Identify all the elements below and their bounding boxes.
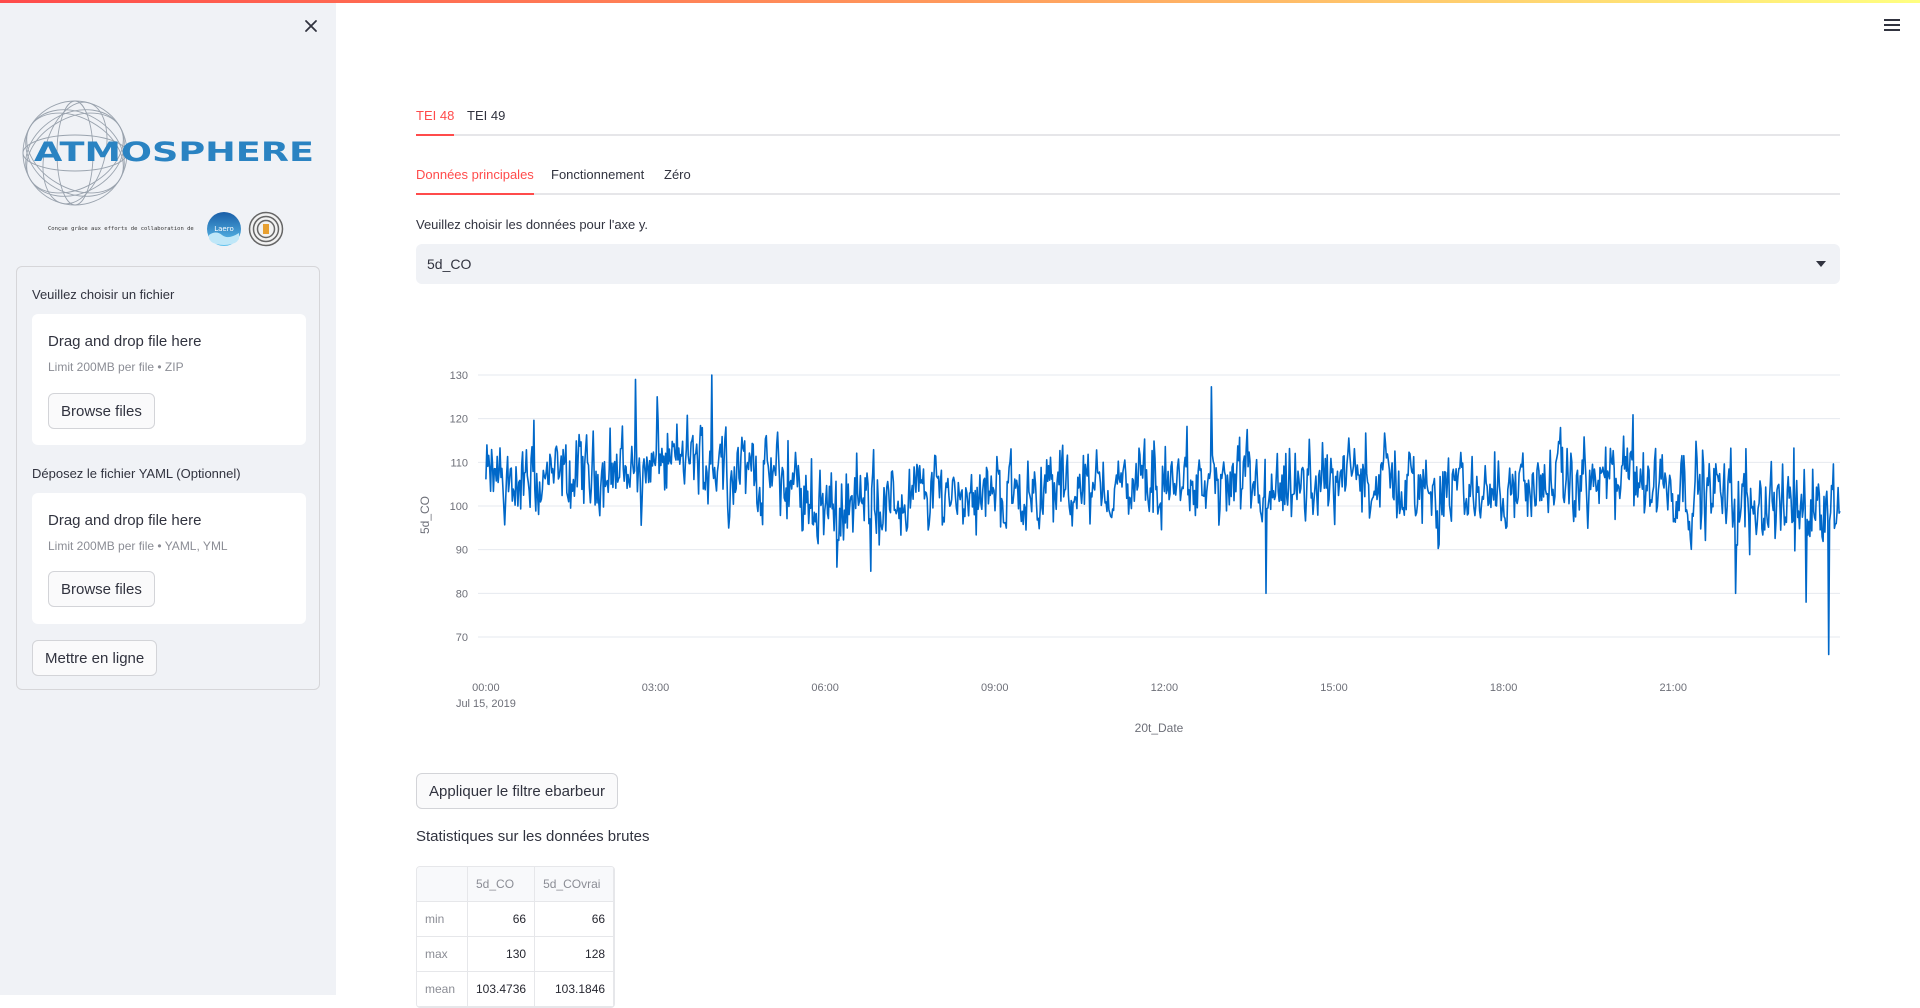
stats-title: Statistiques sur les données brutes	[416, 828, 650, 845]
tab-tei-49[interactable]: TEI 49	[467, 96, 505, 136]
y-tick-label: 80	[456, 588, 468, 600]
table-cell: 103.1846	[535, 972, 615, 1007]
tab-fonctionnement[interactable]: Fonctionnement	[551, 155, 644, 195]
y-tick-label: 130	[450, 370, 468, 382]
select-value: 5d_CO	[427, 256, 472, 272]
column-header[interactable]: 5d_CO	[468, 867, 536, 902]
laero-logo-icon: Laero	[206, 212, 241, 246]
stats-table: 5d_CO 5d_COvrai min 66 66 max 130 128 me…	[416, 866, 616, 1008]
dropzone-title: Drag and drop file here	[48, 333, 202, 350]
table-cell: 130	[468, 937, 536, 972]
tab-tei-48[interactable]: TEI 48	[416, 96, 455, 136]
chevron-down-icon	[1816, 261, 1826, 267]
y-tick-label: 110	[450, 457, 468, 469]
tab-donnees-principales[interactable]: Données principales	[416, 155, 534, 195]
chart-svg: 70 80 90 100 110 120 130 00:00 03:00 06:00 09:00 1…	[418, 370, 1841, 735]
collaboration-credits: Conçue grâce aux efforts de collaboratio…	[48, 210, 284, 248]
y-tick-labels: 70 80 90 100 110 120 130	[450, 370, 468, 644]
dropzone-title: Drag and drop file here	[48, 512, 202, 529]
dropzone-limit: Limit 200MB per file • YAML, YML	[48, 539, 228, 553]
tab-zero[interactable]: Zéro	[664, 155, 691, 195]
main-menu-button[interactable]	[1882, 16, 1902, 32]
dropzone-limit: Limit 200MB per file • ZIP	[48, 360, 184, 374]
table-cell: 66	[535, 902, 615, 937]
sidebar-close-button[interactable]	[300, 15, 322, 37]
y-axis-select[interactable]: 5d_CO	[416, 244, 1840, 284]
data-tabs: Données principales Fonctionnement Zéro	[416, 155, 1840, 195]
x-tick-label: 18:00	[1490, 682, 1518, 694]
zip-uploader-label: Veuillez choisir un fichier	[32, 287, 175, 302]
x-tick-label: 00:00	[472, 682, 500, 694]
globe-icon: ATMOSPHERE	[22, 100, 314, 206]
table-row: min 66 66	[417, 902, 615, 937]
collab-text: Conçue grâce aux efforts de collaboratio…	[48, 226, 194, 232]
browse-files-zip-button[interactable]: Browse files	[48, 393, 155, 429]
x-axis-date-label: Jul 15, 2019	[456, 698, 516, 710]
y-axis-title: 5d_CO	[418, 496, 432, 534]
y-tick-label: 90	[456, 545, 468, 557]
row-header: max	[417, 937, 468, 972]
x-tick-label: 09:00	[981, 682, 1009, 694]
table-row: max 130 128	[417, 937, 615, 972]
x-tick-label: 21:00	[1659, 682, 1687, 694]
x-tick-label: 06:00	[811, 682, 839, 694]
yaml-uploader-label: Déposez le fichier YAML (Optionnel)	[32, 466, 241, 481]
table-corner	[417, 867, 468, 902]
browse-files-yaml-button[interactable]: Browse files	[48, 571, 155, 607]
x-axis-title: 20t_Date	[1135, 721, 1184, 735]
table-header-row: 5d_CO 5d_COvrai	[417, 867, 615, 902]
atmosphere-logo: ATMOSPHERE	[20, 98, 320, 208]
row-header: mean	[417, 972, 468, 1007]
sidebar: ATMOSPHERE Conçue grâce aux efforts de c…	[0, 0, 336, 995]
yaml-dropzone[interactable]: Drag and drop file here Limit 200MB per …	[32, 493, 306, 624]
table-cell: 103.4736	[468, 972, 536, 1007]
y-tick-label: 70	[456, 632, 468, 644]
row-header: min	[417, 902, 468, 937]
series-line-5d-co	[485, 374, 1841, 656]
x-tick-label: 03:00	[642, 682, 670, 694]
partner-spiral-logo-icon	[248, 211, 283, 247]
table-cell: 66	[468, 902, 536, 937]
y-axis-select-label: Veuillez choisir les données pour l'axe …	[416, 217, 649, 232]
table-row: mean 103.4736 103.1846	[417, 972, 615, 1007]
table-cell: 128	[535, 937, 615, 972]
device-tabs: TEI 48 TEI 49	[416, 96, 1840, 136]
hamburger-menu-icon	[1882, 19, 1902, 31]
line-chart[interactable]: 70 80 90 100 110 120 130 00:00 03:00 06:00 09:00 1…	[400, 340, 1860, 760]
apply-filter-button[interactable]: Appliquer le filtre ebarbeur	[416, 773, 618, 809]
column-header[interactable]: 5d_COvrai	[535, 867, 615, 902]
close-icon	[305, 20, 317, 32]
upload-submit-button[interactable]: Mettre en ligne	[32, 640, 158, 676]
top-decoration-bar	[0, 0, 1920, 3]
logo-text: ATMOSPHERE	[34, 137, 314, 168]
x-tick-label: 15:00	[1320, 682, 1348, 694]
zip-dropzone[interactable]: Drag and drop file here Limit 200MB per …	[32, 314, 306, 445]
svg-text:Laero: Laero	[214, 225, 234, 233]
x-tick-labels: 00:00 03:00 06:00 09:00 12:00 15:00 18:00 21:00	[472, 682, 1687, 694]
y-tick-label: 120	[450, 414, 468, 426]
x-tick-label: 12:00	[1151, 682, 1179, 694]
y-tick-label: 100	[450, 501, 468, 513]
